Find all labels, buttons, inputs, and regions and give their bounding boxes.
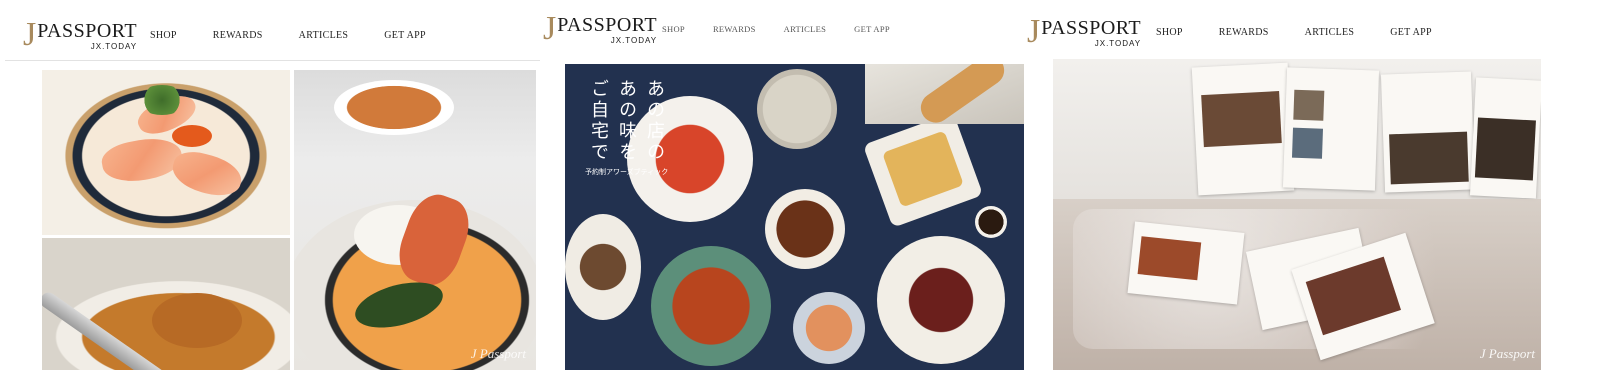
watermark-text: J Passport [470, 346, 526, 361]
logo-name: PASSPORT [557, 14, 658, 36]
logo-sub: JX.TODAY [610, 36, 658, 45]
restaurant-dishes-banner: あの店の あの味を ご自宅で 予約制アワーズブティック [565, 64, 1024, 370]
promo-line-1: あの店の [644, 79, 665, 163]
logo-sub: JX.TODAY [90, 42, 138, 51]
site-header: J PASSPORT JX.TODAY SHOP REWARDS ARTICLE… [1027, 0, 1606, 60]
nav-shop[interactable]: SHOP [662, 24, 685, 34]
nav-get-app[interactable]: GET APP [854, 24, 890, 34]
promo-line-3: ご自宅で [588, 79, 609, 163]
logo-letter: J [1027, 13, 1041, 50]
brand-logo[interactable]: J PASSPORT JX.TODAY [543, 12, 657, 46]
nav-shop[interactable]: SHOP [1156, 27, 1183, 38]
main-nav: SHOP REWARDS ARTICLES GET APP [1156, 27, 1468, 38]
nav-articles[interactable]: ARTICLES [299, 30, 349, 41]
site-header: J PASSPORT JX.TODAY SHOP REWARDS ARTICLE… [540, 0, 1040, 60]
promo-line-2: あの味を [616, 79, 637, 163]
screenshot-panel-1: J PASSPORT JX.TODAY SHOP REWARDS ARTICLE… [0, 0, 540, 387]
nav-rewards[interactable]: REWARDS [1219, 27, 1269, 38]
salmon-carpaccio-photo [42, 70, 290, 235]
logo-wordmark: PASSPORT JX.TODAY [37, 18, 137, 52]
nav-shop[interactable]: SHOP [150, 30, 177, 41]
logo-name: PASSPORT [37, 20, 138, 42]
brand-logo[interactable]: J PASSPORT JX.TODAY [23, 18, 137, 52]
watermark-text: J Passport [1479, 346, 1535, 361]
nav-rewards[interactable]: REWARDS [213, 30, 263, 41]
main-nav: SHOP REWARDS ARTICLES GET APP [662, 24, 918, 34]
curry-soup-photo [42, 238, 290, 370]
nav-rewards[interactable]: REWARDS [713, 24, 756, 34]
promo-tagline: 予約制アワーズブティック [585, 168, 669, 176]
logo-wordmark: PASSPORT JX.TODAY [1041, 15, 1141, 49]
logo-name: PASSPORT [1041, 17, 1142, 39]
nav-get-app[interactable]: GET APP [1390, 27, 1432, 38]
brand-logo[interactable]: J PASSPORT JX.TODAY [1027, 15, 1141, 49]
logo-letter: J [543, 10, 557, 47]
logo-sub: JX.TODAY [1094, 39, 1142, 48]
site-header: J PASSPORT JX.TODAY SHOP REWARDS ARTICLE… [5, 0, 540, 61]
nav-articles[interactable]: ARTICLES [1305, 27, 1355, 38]
logo-wordmark: PASSPORT JX.TODAY [557, 12, 657, 46]
nav-articles[interactable]: ARTICLES [784, 24, 827, 34]
nav-get-app[interactable]: GET APP [384, 30, 426, 41]
gift-box-contents-photo: J Passport [1053, 59, 1541, 370]
main-nav: SHOP REWARDS ARTICLES GET APP [150, 30, 462, 41]
logo-letter: J [23, 16, 37, 53]
thai-curry-prawns-photo: J Passport [294, 70, 536, 370]
